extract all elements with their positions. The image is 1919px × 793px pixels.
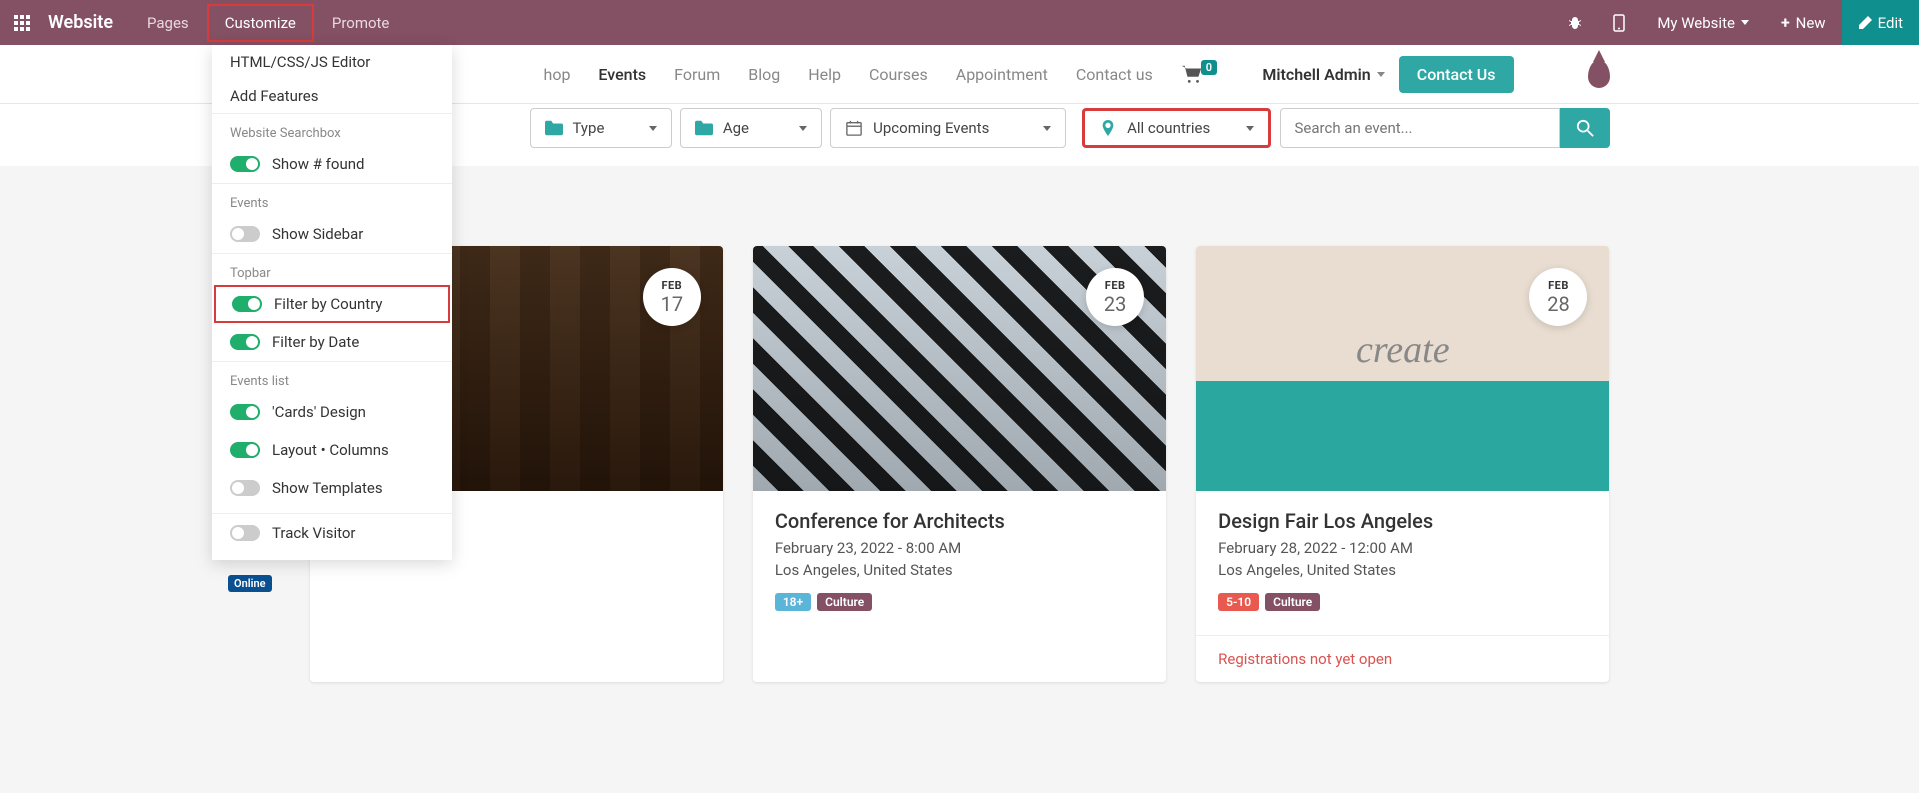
toggle-icon[interactable] bbox=[230, 404, 260, 420]
site-nav: hop Events Forum Blog Help Courses Appoi… bbox=[530, 65, 1167, 84]
plus-icon: + bbox=[1781, 13, 1790, 32]
dd-show-found[interactable]: Show # found bbox=[212, 145, 452, 183]
dd-show-templates[interactable]: Show Templates bbox=[212, 469, 452, 507]
dd-track-visitor[interactable]: Track Visitor bbox=[212, 513, 452, 552]
cart-button[interactable]: 0 bbox=[1181, 64, 1217, 84]
search-icon bbox=[1576, 119, 1594, 137]
event-status: Registrations not yet open bbox=[1196, 635, 1609, 682]
app-topbar: Website Pages Customize Promote My Websi… bbox=[0, 0, 1919, 45]
dd-section-events: Events bbox=[212, 183, 452, 215]
menu-promote[interactable]: Promote bbox=[316, 0, 406, 45]
bug-icon[interactable] bbox=[1553, 0, 1597, 45]
nav-forum[interactable]: Forum bbox=[660, 65, 734, 84]
toggle-icon[interactable] bbox=[230, 226, 260, 242]
category-badge: Culture bbox=[817, 593, 872, 611]
dd-html-editor[interactable]: HTML/CSS/JS Editor bbox=[212, 45, 452, 79]
nav-appointment[interactable]: Appointment bbox=[942, 65, 1062, 84]
nav-blog[interactable]: Blog bbox=[734, 65, 794, 84]
nav-help[interactable]: Help bbox=[794, 65, 855, 84]
logo-drop-icon bbox=[1588, 60, 1610, 88]
new-button[interactable]: +New bbox=[1765, 0, 1842, 45]
brand-label[interactable]: Website bbox=[44, 12, 131, 33]
mobile-icon[interactable] bbox=[1597, 0, 1641, 45]
event-title: Design Fair Los Angeles bbox=[1218, 509, 1587, 533]
dd-cards-design[interactable]: 'Cards' Design bbox=[212, 393, 452, 431]
category-badge: Culture bbox=[1265, 593, 1320, 611]
customize-dropdown: HTML/CSS/JS Editor Add Features Website … bbox=[212, 45, 452, 560]
nav-contact[interactable]: Contact us bbox=[1062, 65, 1167, 84]
dd-section-events-list: Events list bbox=[212, 361, 452, 393]
nav-courses[interactable]: Courses bbox=[855, 65, 942, 84]
filter-country[interactable]: All countries bbox=[1082, 108, 1271, 148]
calendar-icon bbox=[845, 120, 863, 136]
event-date: February 28, 2022 - 12:00 AM bbox=[1218, 539, 1587, 557]
event-card-image: FEB23 bbox=[753, 246, 1166, 491]
nav-shop[interactable]: hop bbox=[530, 65, 585, 84]
folder-icon bbox=[695, 120, 713, 136]
cart-badge: 0 bbox=[1201, 60, 1217, 75]
dd-filter-country[interactable]: Filter by Country bbox=[214, 285, 450, 323]
event-title: Conference for Architects bbox=[775, 509, 1144, 533]
event-card[interactable]: FEB23 Conference for Architects February… bbox=[753, 246, 1166, 682]
search-input[interactable] bbox=[1280, 108, 1560, 148]
toggle-icon[interactable] bbox=[232, 296, 262, 312]
toggle-icon[interactable] bbox=[230, 525, 260, 541]
contact-us-button[interactable]: Contact Us bbox=[1399, 56, 1514, 93]
filter-age[interactable]: Age bbox=[680, 108, 822, 148]
toggle-icon[interactable] bbox=[230, 480, 260, 496]
filter-date[interactable]: Upcoming Events bbox=[830, 108, 1066, 148]
search-button[interactable] bbox=[1560, 108, 1610, 148]
event-location: Los Angeles, United States bbox=[775, 561, 1144, 579]
nav-events[interactable]: Events bbox=[584, 65, 660, 84]
toggle-icon[interactable] bbox=[230, 442, 260, 458]
pencil-icon bbox=[1858, 16, 1872, 30]
online-badge: Online bbox=[228, 575, 272, 592]
dd-add-features[interactable]: Add Features bbox=[212, 79, 452, 113]
menu-pages[interactable]: Pages bbox=[131, 0, 205, 45]
date-badge: FEB17 bbox=[643, 268, 701, 326]
dd-filter-date[interactable]: Filter by Date bbox=[212, 323, 452, 361]
toggle-icon[interactable] bbox=[230, 156, 260, 172]
dd-layout-columns[interactable]: Layout • Columns bbox=[212, 431, 452, 469]
age-badge: 18+ bbox=[775, 593, 811, 611]
event-card-image: FEB28 bbox=[1196, 246, 1609, 491]
menu-customize[interactable]: Customize bbox=[207, 4, 314, 42]
cart-icon bbox=[1181, 64, 1203, 84]
filter-type[interactable]: Type bbox=[530, 108, 672, 148]
event-card[interactable]: FEB28 Design Fair Los Angeles February 2… bbox=[1196, 246, 1609, 682]
dd-show-sidebar[interactable]: Show Sidebar bbox=[212, 215, 452, 253]
my-website-selector[interactable]: My Website bbox=[1641, 0, 1765, 45]
event-location: Los Angeles, United States bbox=[1218, 561, 1587, 579]
user-menu[interactable]: Mitchell Admin bbox=[1262, 65, 1384, 84]
event-date: February 23, 2022 - 8:00 AM bbox=[775, 539, 1144, 557]
date-badge: FEB23 bbox=[1086, 268, 1144, 326]
dd-section-searchbox: Website Searchbox bbox=[212, 113, 452, 145]
toggle-icon[interactable] bbox=[230, 334, 260, 350]
folder-icon bbox=[545, 120, 563, 136]
map-pin-icon bbox=[1099, 120, 1117, 136]
age-badge: 5-10 bbox=[1218, 593, 1259, 611]
dd-section-topbar: Topbar bbox=[212, 253, 452, 285]
events-grid: FEB17 Online Reveal AM FEB23 Conference … bbox=[300, 166, 1620, 682]
date-badge: FEB28 bbox=[1529, 268, 1587, 326]
edit-button[interactable]: Edit bbox=[1842, 0, 1919, 45]
apps-launcher[interactable] bbox=[0, 15, 44, 31]
